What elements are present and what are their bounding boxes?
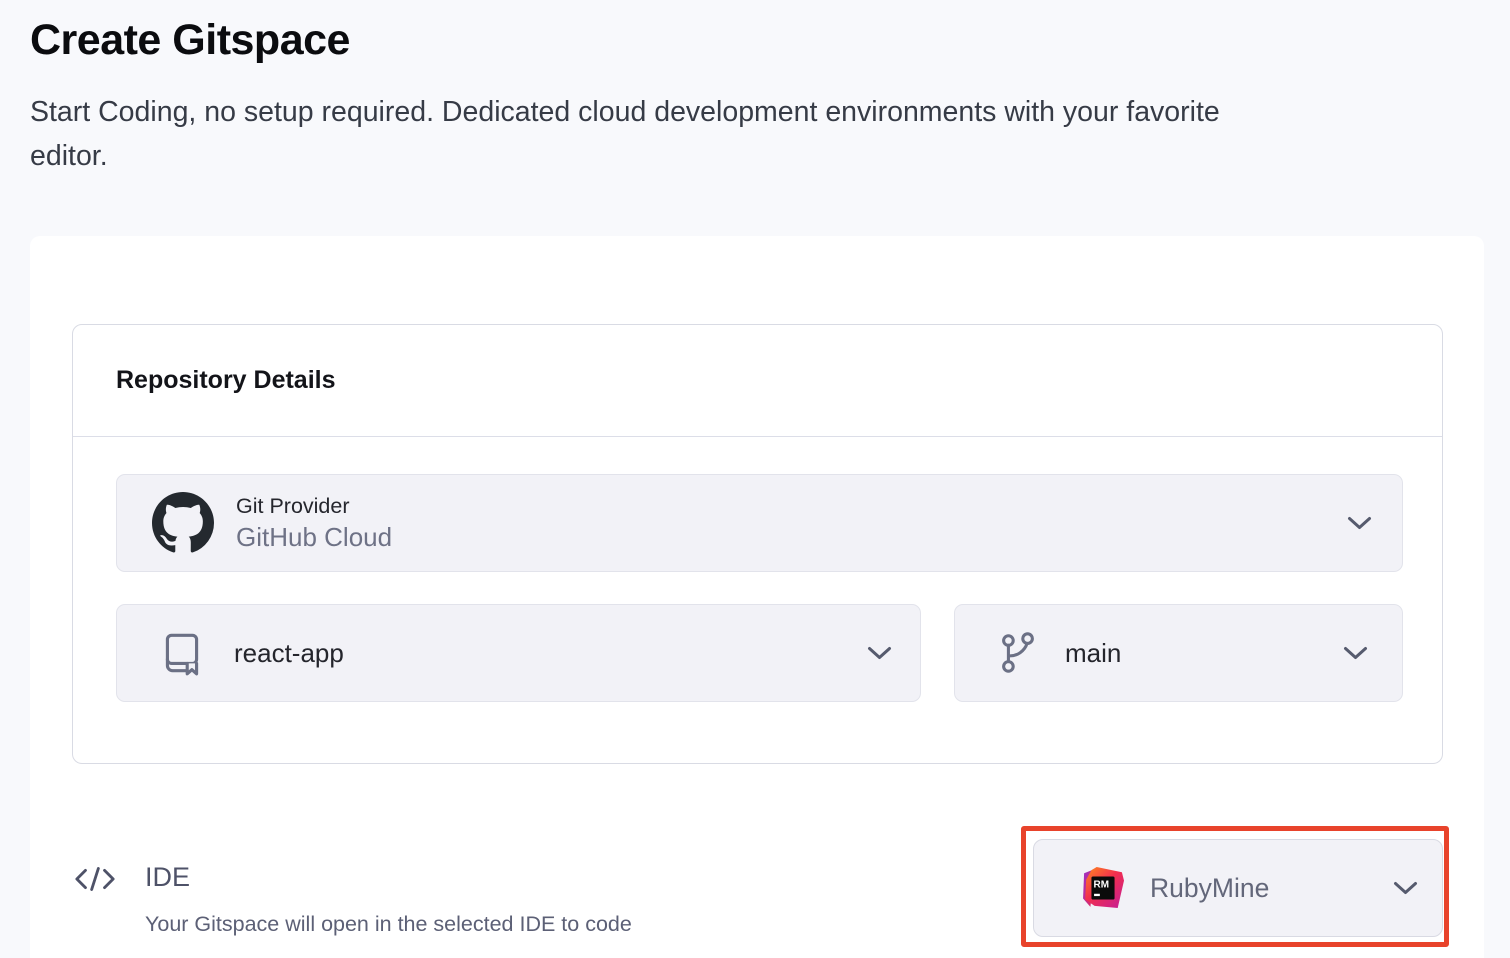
repository-details-section: Repository Details Git Provider GitHub C… xyxy=(72,324,1443,764)
chevron-down-icon xyxy=(1343,646,1368,660)
chevron-down-icon xyxy=(1347,516,1372,530)
chevron-down-icon xyxy=(1393,881,1418,895)
branch-value: main xyxy=(1065,638,1121,669)
page-title: Create Gitspace xyxy=(30,12,350,68)
git-provider-select[interactable]: Git Provider GitHub Cloud xyxy=(116,474,1403,572)
ide-select[interactable]: RM RubyMine xyxy=(1033,839,1443,937)
chevron-down-icon xyxy=(867,646,892,660)
code-brackets-icon xyxy=(74,864,116,894)
repository-select[interactable]: react-app xyxy=(116,604,921,702)
repository-details-header: Repository Details xyxy=(73,325,1442,437)
ide-select-value: RubyMine xyxy=(1150,873,1269,904)
ide-section-label: IDE xyxy=(145,862,190,893)
page-subtitle-line1: Start Coding, no setup required. Dedicat… xyxy=(30,96,1220,128)
ide-section-description: Your Gitspace will open in the selected … xyxy=(145,912,632,937)
git-branch-icon xyxy=(995,630,1041,676)
github-icon xyxy=(152,492,214,554)
page-subtitle: Start Coding, no setup required. Dedicat… xyxy=(30,90,1220,178)
repository-book-icon xyxy=(157,628,207,678)
repository-value: react-app xyxy=(234,638,344,669)
gitspace-form-card: Repository Details Git Provider GitHub C… xyxy=(30,236,1484,958)
branch-select[interactable]: main xyxy=(954,604,1403,702)
create-gitspace-page: Create Gitspace Start Coding, no setup r… xyxy=(0,0,1510,958)
page-subtitle-line2: editor. xyxy=(30,140,108,172)
git-provider-label: Git Provider xyxy=(236,493,392,519)
rubymine-icon: RM xyxy=(1082,867,1124,909)
git-provider-value: GitHub Cloud xyxy=(236,522,392,553)
git-provider-text: Git Provider GitHub Cloud xyxy=(236,493,392,553)
annotation-highlight-box: RM RubyMine xyxy=(1021,826,1449,947)
repository-details-heading: Repository Details xyxy=(116,366,336,395)
svg-text:RM: RM xyxy=(1094,879,1110,890)
